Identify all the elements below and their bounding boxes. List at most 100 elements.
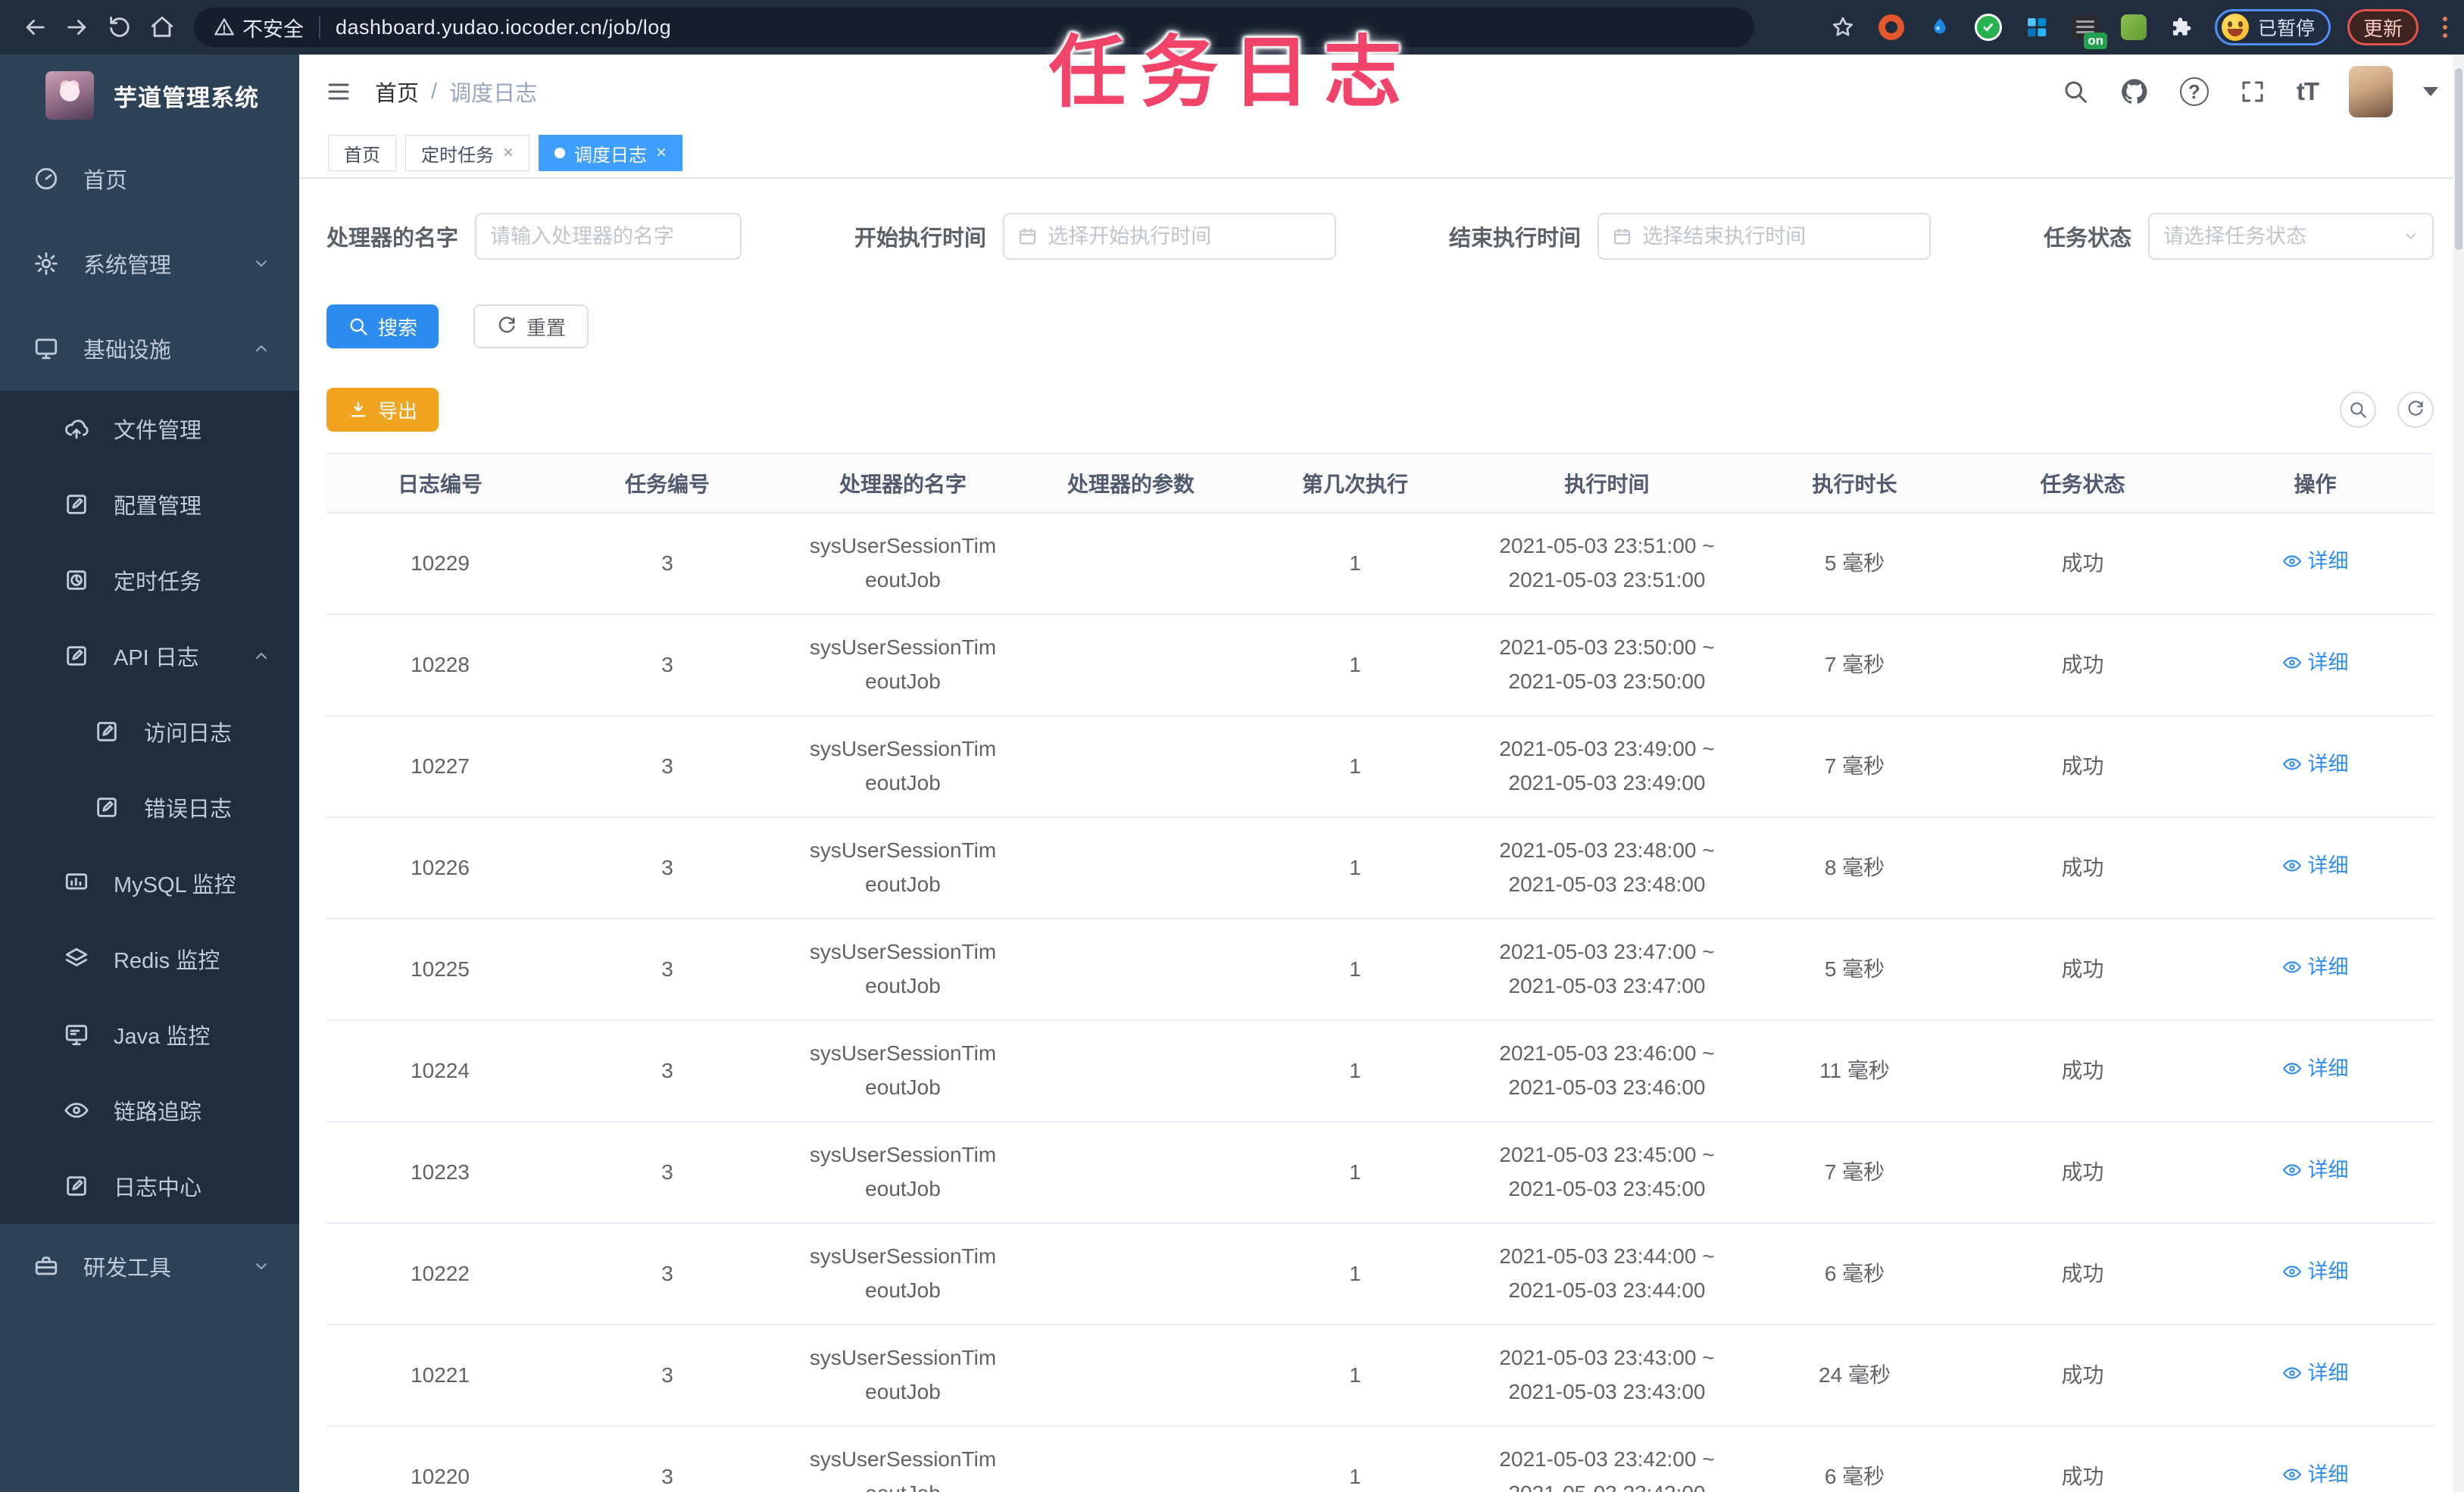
cell-status: 成功 (1969, 817, 2197, 919)
close-icon[interactable]: × (503, 144, 514, 162)
refresh-table-button[interactable] (2397, 392, 2434, 428)
cell-status: 成功 (1969, 1325, 2197, 1427)
sidebar-item-mysql[interactable]: MySQL 监控 (0, 845, 299, 921)
sidebar-item-trace[interactable]: 链路追踪 (0, 1072, 299, 1148)
browser-reload-button[interactable] (98, 6, 141, 48)
end-time-input[interactable] (1642, 224, 1916, 248)
sidebar-item-devtool[interactable]: 研发工具 (0, 1224, 299, 1309)
help-icon[interactable]: ? (2179, 77, 2209, 106)
browser-forward-button[interactable] (56, 6, 98, 48)
collapse-sidebar-icon[interactable] (325, 78, 352, 105)
cell-handler-param (1025, 716, 1237, 818)
eye-icon (2282, 1164, 2301, 1176)
detail-link[interactable]: 详细 (2282, 647, 2349, 679)
browser-menu-icon[interactable] (2440, 14, 2450, 41)
sidebar-item-errorlog[interactable]: 错误日志 (0, 769, 299, 845)
status-select[interactable] (2147, 213, 2434, 260)
status-select-input[interactable] (2163, 224, 2392, 248)
close-icon[interactable]: × (656, 144, 667, 162)
user-avatar[interactable] (2349, 66, 2393, 117)
table-row: 10228 3 sysUserSessionTim eoutJob 1 2021… (326, 614, 2434, 716)
cell-job-id: 3 (554, 1122, 781, 1224)
url-text: dashboard.yudao.iocoder.cn/job/log (336, 15, 672, 39)
sidebar-logo-row[interactable]: 芋道管理系统 (0, 55, 299, 136)
cell-job-id: 3 (554, 716, 781, 818)
cell-execute-time: 2021-05-03 23:45:00 ~ 2021-05-03 23:45:0… (1473, 1122, 1741, 1224)
toggle-search-button[interactable] (2340, 392, 2376, 428)
sidebar-item-infra[interactable]: 基础设施 (0, 306, 299, 391)
extension-grid-icon[interactable] (2021, 11, 2053, 43)
cell-duration: 5 毫秒 (1741, 513, 1969, 615)
col-execute-index: 第几次执行 (1237, 453, 1473, 513)
detail-link[interactable]: 详细 (2282, 951, 2349, 984)
tab-job[interactable]: 定时任务 × (405, 135, 530, 171)
sidebar-item-system[interactable]: 系统管理 (0, 221, 299, 306)
sidebar-item-apilog[interactable]: API 日志 (0, 618, 299, 694)
tab-joblog[interactable]: 调度日志 × (539, 135, 683, 171)
github-icon[interactable] (2119, 76, 2150, 107)
detail-link[interactable]: 详细 (2282, 850, 2349, 882)
page-scrollbar[interactable] (2453, 55, 2464, 1492)
cell-log-id: 10224 (326, 1020, 554, 1122)
cell-execute-index: 1 (1237, 1223, 1473, 1325)
detail-link[interactable]: 详细 (2282, 545, 2349, 578)
profile-paused-pill[interactable]: 已暂停 (2214, 9, 2331, 45)
browser-update-button[interactable]: 更新 (2347, 9, 2419, 45)
filter-form: 处理器的名字 开始执行时间 结束执行时间 (326, 212, 2434, 261)
log-icon (64, 643, 89, 669)
sidebar-item-job[interactable]: 定时任务 (0, 542, 299, 618)
sidebar-item-redis[interactable]: Redis 监控 (0, 921, 299, 997)
cell-handler-name: sysUserSessionTim eoutJob (781, 1223, 1025, 1325)
cell-execute-index: 1 (1237, 513, 1473, 615)
search-button[interactable]: 搜索 (326, 304, 439, 348)
profile-avatar-emoji (2221, 14, 2249, 41)
sidebar-item-logcenter[interactable]: 日志中心 (0, 1148, 299, 1224)
sidebar-item-home[interactable]: 首页 (0, 136, 299, 221)
cell-log-id: 10223 (326, 1122, 554, 1224)
sidebar-item-java[interactable]: Java 监控 (0, 997, 299, 1072)
tab-home[interactable]: 首页 (328, 135, 396, 171)
cell-handler-name: sysUserSessionTim eoutJob (781, 817, 1025, 919)
address-bar[interactable]: 不安全 dashboard.yudao.iocoder.cn/job/log (194, 8, 1754, 47)
active-tab-dot (554, 148, 566, 158)
fullscreen-icon[interactable] (2239, 78, 2266, 105)
export-button[interactable]: 导出 (326, 388, 439, 432)
cell-duration: 7 毫秒 (1741, 716, 1969, 818)
extension-on-badge-icon[interactable]: on (2069, 11, 2107, 49)
detail-link[interactable]: 详细 (2282, 1154, 2349, 1187)
table-row: 10224 3 sysUserSessionTim eoutJob 1 2021… (326, 1020, 2434, 1122)
cell-execute-time: 2021-05-03 23:44:00 ~ 2021-05-03 23:44:0… (1473, 1223, 1741, 1325)
sidebar-item-accesslog[interactable]: 访问日志 (0, 694, 299, 769)
sidebar-item-file[interactable]: 文件管理 (0, 391, 299, 467)
cell-execute-time: 2021-05-03 23:42:00 ~ 2021-05-03 23:42:0… (1473, 1426, 1741, 1492)
begin-time-input[interactable] (1048, 224, 1321, 248)
cell-log-id: 10228 (326, 614, 554, 716)
extensions-puzzle-icon[interactable] (2166, 11, 2198, 43)
breadcrumb-home[interactable]: 首页 (375, 76, 419, 108)
sidebar-item-config[interactable]: 配置管理 (0, 467, 299, 542)
bookmark-star-icon[interactable] (1827, 11, 1859, 43)
reset-button[interactable]: 重置 (473, 304, 589, 348)
detail-link[interactable]: 详细 (2282, 1459, 2349, 1491)
user-menu-caret-icon[interactable] (2423, 87, 2438, 96)
font-size-icon[interactable]: tT (2297, 77, 2319, 106)
extension-orange-icon[interactable] (1875, 11, 1907, 43)
detail-link[interactable]: 详细 (2282, 1357, 2349, 1390)
detail-link[interactable]: 详细 (2282, 1256, 2349, 1288)
cell-execute-time: 2021-05-03 23:48:00 ~ 2021-05-03 23:48:0… (1473, 817, 1741, 919)
detail-link[interactable]: 详细 (2282, 1053, 2349, 1085)
eye-icon (2282, 657, 2301, 669)
begin-time-picker (1003, 213, 1336, 260)
end-time-label: 结束执行时间 (1448, 226, 1581, 251)
detail-link[interactable]: 详细 (2282, 748, 2349, 781)
extension-drop-icon[interactable] (1924, 11, 1956, 43)
cell-duration: 24 毫秒 (1741, 1325, 1969, 1427)
handler-name-input[interactable] (490, 224, 727, 248)
extension-check-icon[interactable] (1972, 11, 2004, 43)
browser-home-button[interactable] (141, 6, 183, 48)
scrollbar-thumb[interactable] (2455, 68, 2462, 250)
cell-handler-param (1025, 1122, 1237, 1224)
browser-back-button[interactable] (14, 6, 56, 48)
header-search-icon[interactable] (2062, 78, 2089, 105)
extension-green-icon[interactable] (2118, 11, 2150, 43)
